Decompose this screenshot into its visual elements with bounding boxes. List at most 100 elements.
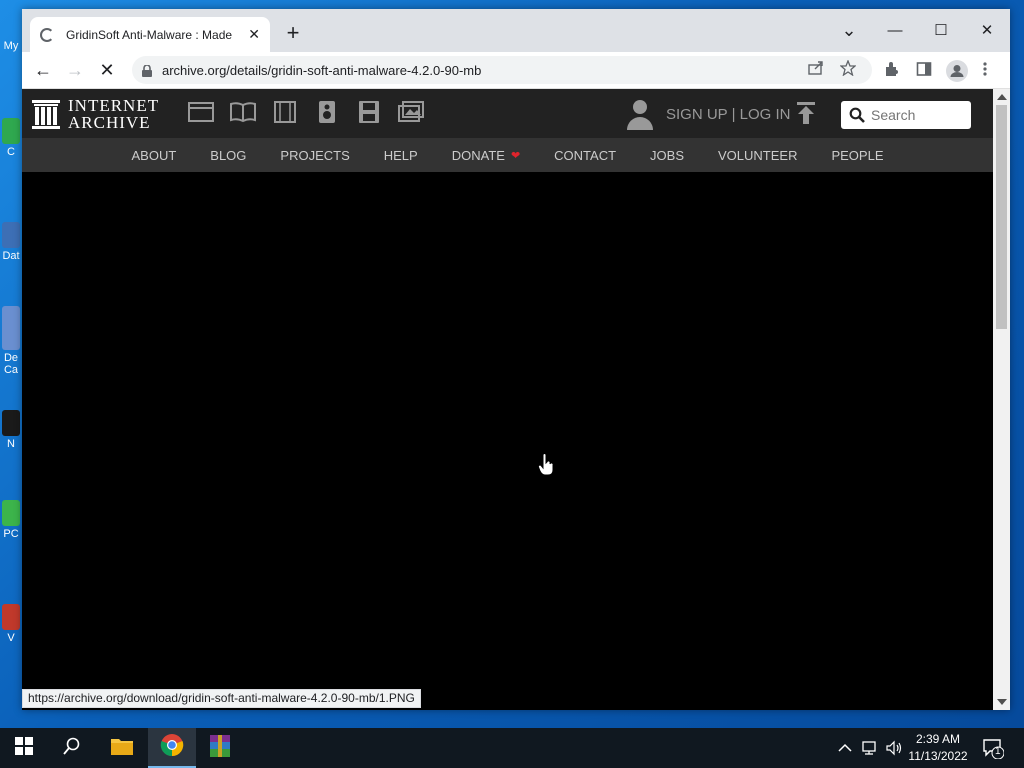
app-icon bbox=[2, 118, 20, 144]
taskbar-search-button[interactable] bbox=[48, 728, 96, 768]
desktop-icon-c[interactable]: C bbox=[0, 118, 22, 158]
desktop-icon-label: Dat bbox=[2, 250, 20, 262]
clock-time: 2:39 AM bbox=[915, 732, 961, 746]
browser-window: GridinSoft Anti-Malware : Made ✕ + ⌄ — ☐… bbox=[22, 9, 1010, 710]
nav-donate[interactable]: DONATE ❤ bbox=[452, 148, 520, 163]
desktop-icon-label: C bbox=[7, 146, 15, 158]
maximize-button[interactable]: ☐ bbox=[918, 15, 964, 45]
browser-tab[interactable]: GridinSoft Anti-Malware : Made ✕ bbox=[30, 17, 270, 52]
scroll-thumb[interactable] bbox=[996, 105, 1007, 329]
app-icon bbox=[2, 604, 20, 630]
tab-search-button[interactable]: ⌄ bbox=[826, 15, 872, 45]
forward-button[interactable]: → bbox=[62, 57, 88, 83]
media-type-icons bbox=[186, 101, 438, 127]
video-film-icon[interactable] bbox=[270, 101, 300, 127]
search-icon bbox=[849, 107, 865, 123]
desktop-icon-n[interactable]: N bbox=[0, 410, 22, 450]
windows-logo-icon bbox=[15, 736, 33, 760]
software-floppy-icon[interactable] bbox=[354, 101, 384, 127]
tab-title: GridinSoft Anti-Malware : Made bbox=[66, 27, 233, 42]
minimize-button[interactable]: — bbox=[872, 15, 918, 45]
browser-toolbar: ← → ✕ archive.org/details/gridin-soft-an… bbox=[22, 52, 1010, 89]
desktop-icon-label: N bbox=[7, 438, 15, 450]
app-icon bbox=[2, 410, 20, 436]
desktop-icon-v[interactable]: V bbox=[0, 604, 22, 644]
logo-line-1: INTERNET bbox=[68, 96, 160, 115]
page-viewport: INTERNET ARCHIVE SIGN UP | LOG IN Search… bbox=[22, 89, 993, 710]
desktop-icon-pc[interactable]: PC bbox=[0, 500, 22, 540]
app-icon bbox=[2, 306, 20, 350]
images-icon[interactable] bbox=[396, 101, 426, 127]
desktop-icon-label: V bbox=[7, 632, 15, 644]
search-icon bbox=[63, 737, 81, 760]
ia-nav-bar: ABOUT BLOG PROJECTS HELP DONATE ❤ CONTAC… bbox=[22, 138, 993, 172]
desktop-icon-label: De Ca bbox=[3, 352, 19, 376]
windows-taskbar: 2:39 AM 11/13/2022 1 bbox=[0, 728, 1024, 768]
side-panel-icon[interactable] bbox=[916, 61, 932, 82]
menu-kebab-icon[interactable] bbox=[982, 61, 988, 82]
start-button[interactable] bbox=[0, 728, 48, 768]
search-input[interactable] bbox=[871, 107, 967, 123]
volume-icon[interactable] bbox=[886, 728, 904, 768]
taskbar-winrar[interactable] bbox=[196, 728, 244, 768]
internet-archive-logo[interactable]: INTERNET ARCHIVE bbox=[32, 97, 159, 131]
taskbar-chrome[interactable] bbox=[148, 728, 196, 768]
nav-people[interactable]: PEOPLE bbox=[831, 148, 883, 163]
loading-spinner-icon bbox=[40, 27, 54, 42]
notification-count: 1 bbox=[995, 746, 1001, 757]
back-button[interactable]: ← bbox=[30, 57, 56, 83]
user-avatar-icon[interactable] bbox=[626, 98, 654, 130]
upload-icon[interactable] bbox=[796, 102, 816, 130]
hand-cursor-icon bbox=[537, 453, 554, 476]
nav-jobs[interactable]: JOBS bbox=[650, 148, 684, 163]
app-icon bbox=[2, 222, 20, 248]
desktop-icon-label: PC bbox=[3, 528, 19, 540]
tray-chevron-up-icon[interactable] bbox=[838, 728, 852, 768]
desktop-icon-dat[interactable]: Dat bbox=[0, 222, 22, 262]
desktop-icon-label: My bbox=[3, 40, 19, 52]
network-icon[interactable] bbox=[862, 728, 880, 768]
scroll-down-arrow-icon[interactable] bbox=[997, 699, 1007, 705]
logo-line-2: ARCHIVE bbox=[68, 113, 151, 132]
audio-speaker-icon[interactable] bbox=[312, 101, 342, 127]
search-box[interactable] bbox=[841, 101, 971, 129]
profile-avatar-icon[interactable] bbox=[946, 60, 968, 82]
app-icon bbox=[2, 500, 20, 526]
texts-book-icon[interactable] bbox=[228, 101, 258, 127]
new-tab-button[interactable]: + bbox=[282, 22, 304, 45]
nav-blog[interactable]: BLOG bbox=[210, 148, 246, 163]
desktop-icon-my[interactable]: My bbox=[0, 40, 22, 52]
close-window-button[interactable]: ✕ bbox=[964, 15, 1010, 45]
nav-contact[interactable]: CONTACT bbox=[554, 148, 616, 163]
taskbar-file-explorer[interactable] bbox=[98, 728, 146, 768]
scroll-up-arrow-icon[interactable] bbox=[997, 94, 1007, 100]
web-icon[interactable] bbox=[186, 101, 216, 127]
nav-volunteer[interactable]: VOLUNTEER bbox=[718, 148, 797, 163]
desktop-icon-deca[interactable]: De Ca bbox=[0, 306, 22, 376]
clock-date: 11/13/2022 bbox=[908, 749, 968, 763]
nav-donate-label: DONATE bbox=[451, 147, 505, 163]
lock-icon bbox=[142, 64, 152, 77]
nav-about[interactable]: ABOUT bbox=[131, 148, 176, 163]
notification-center-icon[interactable]: 1 bbox=[982, 737, 1005, 760]
user-area: SIGN UP | LOG IN bbox=[626, 98, 790, 130]
status-bar-url: https://archive.org/download/gridin-soft… bbox=[22, 689, 421, 708]
chrome-icon bbox=[160, 733, 184, 762]
page-scrollbar[interactable] bbox=[993, 89, 1010, 710]
winrar-icon bbox=[208, 734, 232, 763]
stop-loading-button[interactable]: ✕ bbox=[94, 57, 120, 83]
nav-projects[interactable]: PROJECTS bbox=[280, 148, 349, 163]
share-icon[interactable] bbox=[808, 60, 824, 80]
archive-temple-icon bbox=[32, 98, 60, 130]
nav-help[interactable]: HELP bbox=[384, 148, 418, 163]
address-bar[interactable]: archive.org/details/gridin-soft-anti-mal… bbox=[132, 56, 872, 84]
extensions-puzzle-icon[interactable] bbox=[884, 61, 900, 82]
taskbar-clock[interactable]: 2:39 AM 11/13/2022 bbox=[903, 731, 973, 765]
tab-close-icon[interactable]: ✕ bbox=[248, 26, 260, 43]
sign-up-log-in-link[interactable]: SIGN UP | LOG IN bbox=[666, 106, 790, 123]
folder-icon bbox=[110, 736, 134, 761]
bookmark-star-icon[interactable] bbox=[839, 59, 857, 80]
ia-top-header: INTERNET ARCHIVE SIGN UP | LOG IN Search bbox=[22, 89, 993, 138]
title-bar: GridinSoft Anti-Malware : Made ✕ + ⌄ — ☐… bbox=[22, 9, 1010, 52]
url-text: archive.org/details/gridin-soft-anti-mal… bbox=[162, 62, 482, 78]
